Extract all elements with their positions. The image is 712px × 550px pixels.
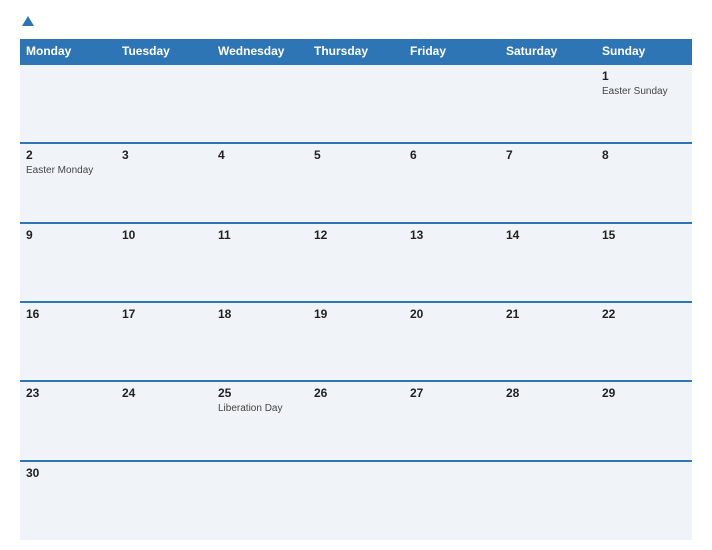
calendar-cell [308,461,404,540]
weekday-header-friday: Friday [404,39,500,64]
calendar-cell: 12 [308,223,404,302]
calendar-cell: 7 [500,143,596,222]
weekday-header-monday: Monday [20,39,116,64]
cell-date-number: 11 [218,228,302,242]
calendar-cell [20,64,116,143]
calendar-week-row: 23 24 25 Liberation Day 26 27 28 29 [20,381,692,460]
cell-date-number: 10 [122,228,206,242]
cell-date-number: 5 [314,148,398,162]
calendar-cell: 17 [116,302,212,381]
calendar-cell: 29 [596,381,692,460]
calendar-cell: 2 Easter Monday [20,143,116,222]
calendar-cell: 6 [404,143,500,222]
calendar-week-row: 30 [20,461,692,540]
cell-date-number: 15 [602,228,686,242]
cell-date-number: 20 [410,307,494,321]
calendar-week-row: 1 Easter Sunday [20,64,692,143]
calendar-cell: 16 [20,302,116,381]
cell-date-number: 14 [506,228,590,242]
cell-event-label: Easter Sunday [602,85,686,98]
weekday-header-row: MondayTuesdayWednesdayThursdayFridaySatu… [20,39,692,64]
calendar-cell: 26 [308,381,404,460]
calendar-cell [116,461,212,540]
calendar-cell [596,461,692,540]
cell-date-number: 21 [506,307,590,321]
cell-date-number: 25 [218,386,302,400]
calendar-cell: 1 Easter Sunday [596,64,692,143]
cell-date-number: 24 [122,386,206,400]
cell-date-number: 18 [218,307,302,321]
calendar-cell: 18 [212,302,308,381]
calendar-week-row: 9 10 11 12 13 14 15 [20,223,692,302]
calendar-cell [308,64,404,143]
calendar-cell: 3 [116,143,212,222]
calendar-cell [116,64,212,143]
cell-date-number: 26 [314,386,398,400]
calendar-cell: 13 [404,223,500,302]
cell-date-number: 2 [26,148,110,162]
weekday-header-sunday: Sunday [596,39,692,64]
cell-date-number: 1 [602,69,686,83]
calendar-cell: 10 [116,223,212,302]
calendar-table: MondayTuesdayWednesdayThursdayFridaySatu… [20,39,692,540]
calendar-cell [500,64,596,143]
calendar-cell: 24 [116,381,212,460]
calendar-cell: 22 [596,302,692,381]
calendar-cell: 27 [404,381,500,460]
calendar-page: MondayTuesdayWednesdayThursdayFridaySatu… [0,0,712,550]
calendar-cell: 21 [500,302,596,381]
cell-date-number: 27 [410,386,494,400]
weekday-header-tuesday: Tuesday [116,39,212,64]
logo [20,16,34,27]
weekday-header-wednesday: Wednesday [212,39,308,64]
calendar-cell: 4 [212,143,308,222]
calendar-cell: 25 Liberation Day [212,381,308,460]
logo-blue-text [20,16,34,27]
calendar-cell: 30 [20,461,116,540]
calendar-cell [212,64,308,143]
cell-date-number: 8 [602,148,686,162]
calendar-cell [212,461,308,540]
cell-date-number: 9 [26,228,110,242]
cell-event-label: Liberation Day [218,402,302,415]
cell-date-number: 19 [314,307,398,321]
calendar-cell [404,461,500,540]
cell-date-number: 4 [218,148,302,162]
cell-date-number: 17 [122,307,206,321]
calendar-week-row: 2 Easter Monday 345678 [20,143,692,222]
calendar-cell [500,461,596,540]
cell-date-number: 22 [602,307,686,321]
calendar-cell: 14 [500,223,596,302]
cell-date-number: 3 [122,148,206,162]
logo-triangle-icon [22,16,34,26]
calendar-cell: 23 [20,381,116,460]
calendar-cell: 19 [308,302,404,381]
calendar-cell: 15 [596,223,692,302]
calendar-cell: 8 [596,143,692,222]
cell-date-number: 28 [506,386,590,400]
cell-date-number: 16 [26,307,110,321]
cell-date-number: 30 [26,466,110,480]
calendar-cell: 20 [404,302,500,381]
cell-date-number: 13 [410,228,494,242]
calendar-cell: 5 [308,143,404,222]
cell-event-label: Easter Monday [26,164,110,177]
calendar-cell: 9 [20,223,116,302]
weekday-header-saturday: Saturday [500,39,596,64]
weekday-header-thursday: Thursday [308,39,404,64]
calendar-cell: 28 [500,381,596,460]
cell-date-number: 6 [410,148,494,162]
calendar-cell [404,64,500,143]
cell-date-number: 29 [602,386,686,400]
header [20,16,692,27]
cell-date-number: 7 [506,148,590,162]
calendar-week-row: 16 17 18 19 20 21 22 [20,302,692,381]
cell-date-number: 12 [314,228,398,242]
calendar-cell: 11 [212,223,308,302]
cell-date-number: 23 [26,386,110,400]
